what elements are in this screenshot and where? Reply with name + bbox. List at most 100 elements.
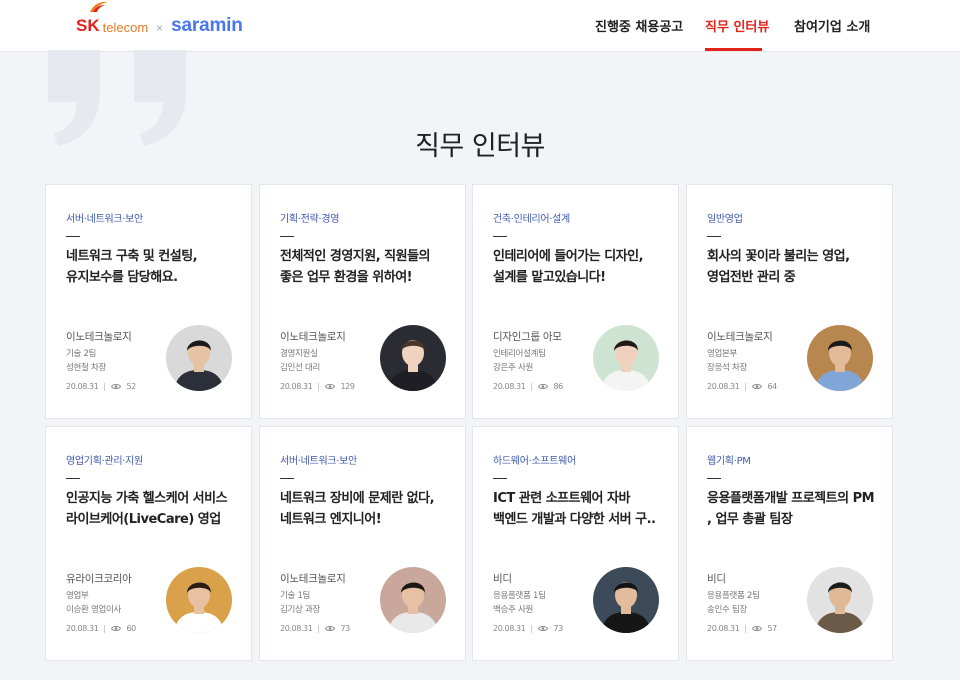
card-category: 서버·네트워크·보안 (66, 214, 143, 225)
nav-companies[interactable]: 참여기업 소개 (794, 16, 870, 35)
card-person: 송인수 팀장 (707, 605, 748, 615)
card-person: 백승주 사원 (493, 605, 534, 615)
meta-separator (104, 624, 106, 633)
card-views: 73 (553, 624, 563, 633)
avatar (593, 325, 659, 391)
card-category: 서버·네트워크·보안 (280, 456, 357, 467)
card-department: 인테리어설계팀 (493, 349, 546, 359)
eye-icon (538, 384, 549, 389)
card-category: 하드웨어·소프트웨어 (493, 456, 576, 467)
interview-card[interactable]: 서버·네트워크·보안네트워크 구축 및 컨설팅, 유지보수를 담당해요. 이노테크… (45, 184, 252, 419)
card-meta: 20.08.31 73 (280, 624, 350, 633)
meta-separator (318, 382, 320, 391)
card-views: 129 (340, 382, 355, 391)
card-person: 장응석 차장 (707, 363, 748, 373)
card-date: 20.08.31 (707, 624, 740, 633)
card-category: 일반영업 (707, 214, 743, 225)
card-company: 이노테크놀로지 (66, 331, 132, 343)
card-meta: 20.08.31 57 (707, 624, 777, 633)
card-divider (280, 478, 294, 479)
card-views: 57 (767, 624, 777, 633)
card-divider (66, 478, 80, 479)
card-company: 유라이크코리아 (66, 573, 132, 585)
card-divider (493, 236, 507, 237)
eye-icon (538, 626, 549, 631)
card-title: 네트워크 구축 및 컨설팅, 유지보수를 담당해요. (66, 249, 198, 285)
card-company: 이노테크놀로지 (280, 573, 346, 585)
avatar (166, 567, 232, 633)
meta-separator (745, 624, 747, 633)
eye-icon (325, 626, 336, 631)
interview-card[interactable]: 하드웨어·소프트웨어 ICT 관련 소프트웨어 자바 백엔드 개발과 다양한 서버… (472, 426, 679, 661)
card-category: 영업기획·관리·지원 (66, 456, 143, 467)
card-person: 강은주 사원 (493, 363, 534, 373)
interview-card[interactable]: 일반영업회사의 꽃이라 불리는 영업, 영업전반 관리 중이노테크놀로지영업본부… (686, 184, 893, 419)
card-person: 이승환 영업이사 (66, 605, 122, 615)
card-meta: 20.08.31 86 (493, 382, 563, 391)
card-meta: 20.08.31 129 (280, 382, 355, 391)
meta-separator (745, 382, 747, 391)
card-category: 건축·인테리어·설계 (493, 214, 570, 225)
interview-card[interactable]: 기획·전략·경영전체적인 경영지원, 직원들의 좋은 업무 환경을 위하여! 이노… (259, 184, 466, 419)
card-department: 응용플랫폼 2팀 (707, 591, 760, 601)
card-category: 웹기획·PM (707, 456, 751, 467)
card-person: 김기상 과장 (280, 605, 321, 615)
card-meta: 20.08.31 64 (707, 382, 777, 391)
card-company: 비디 (707, 573, 726, 585)
card-views: 73 (340, 624, 350, 633)
card-views: 86 (553, 382, 563, 391)
card-divider (280, 236, 294, 237)
card-date: 20.08.31 (493, 382, 526, 391)
card-company: 디자인그룹 아모 (493, 331, 562, 343)
eye-icon (325, 384, 336, 389)
avatar (593, 567, 659, 633)
card-department: 영업부 (66, 591, 89, 601)
card-divider (707, 478, 721, 479)
interview-card[interactable]: 건축·인테리어·설계 인테리어에 들어가는 디자인, 설계를 맡고있습니다! 디자인… (472, 184, 679, 419)
card-title: ICT 관련 소프트웨어 자바 백엔드 개발과 다양한 서버 구.. (493, 491, 656, 527)
card-date: 20.08.31 (707, 382, 740, 391)
card-category: 기획·전략·경영 (280, 214, 340, 225)
meta-separator (318, 624, 320, 633)
card-views: 64 (767, 382, 777, 391)
card-department: 기술 2팀 (66, 349, 97, 359)
eye-icon (111, 626, 122, 631)
card-views: 52 (126, 382, 136, 391)
card-title: 응용플랫폼개발 프로젝트의 PM , 업무 총괄 팀장 (707, 491, 875, 527)
eye-icon (752, 384, 763, 389)
card-department: 기술 1팀 (280, 591, 311, 601)
card-department: 응용플랫폼 1팀 (493, 591, 546, 601)
card-title: 전체적인 경영지원, 직원들의 좋은 업무 환경을 위하여! (280, 249, 431, 285)
nav-active-underline (705, 48, 762, 51)
eye-icon (752, 626, 763, 631)
interview-card[interactable]: 웹기획·PM 응용플랫폼개발 프로젝트의 PM , 업무 총괄 팀장비디응용플랫폼… (686, 426, 893, 661)
interview-card[interactable]: 서버·네트워크·보안 네트워크 장비에 문제란 없다, 네트워크 엔지니어! 이노테… (259, 426, 466, 661)
card-date: 20.08.31 (66, 624, 99, 633)
card-person: 성현철 차장 (66, 363, 107, 373)
card-department: 경영지원실 (280, 349, 318, 359)
card-title: 회사의 꽃이라 불리는 영업, 영업전반 관리 중 (707, 249, 850, 285)
eye-icon (111, 384, 122, 389)
card-department: 영업본부 (707, 349, 738, 359)
card-date: 20.08.31 (280, 624, 313, 633)
avatar (166, 325, 232, 391)
card-company: 이노테크놀로지 (707, 331, 773, 343)
meta-separator (104, 382, 106, 391)
page-title: 직무 인터뷰 (415, 131, 545, 162)
avatar (380, 325, 446, 391)
card-meta: 20.08.31 60 (66, 624, 136, 633)
card-date: 20.08.31 (280, 382, 313, 391)
card-date: 20.08.31 (493, 624, 526, 633)
card-company: 이노테크놀로지 (280, 331, 346, 343)
card-divider (493, 478, 507, 479)
meta-separator (531, 382, 533, 391)
card-views: 60 (126, 624, 136, 633)
nav-job-interview[interactable]: 직무 인터뷰 (705, 16, 769, 35)
nav-job-postings[interactable]: 진행중 채용공고 (595, 16, 683, 35)
card-divider (707, 236, 721, 237)
avatar (380, 567, 446, 633)
card-divider (66, 236, 80, 237)
card-meta: 20.08.31 52 (66, 382, 136, 391)
interview-card[interactable]: 영업기획·관리·지원 인공지능 가축 헬스케어 서비스 라이브케어(LiveCar… (45, 426, 252, 661)
card-meta: 20.08.31 73 (493, 624, 563, 633)
